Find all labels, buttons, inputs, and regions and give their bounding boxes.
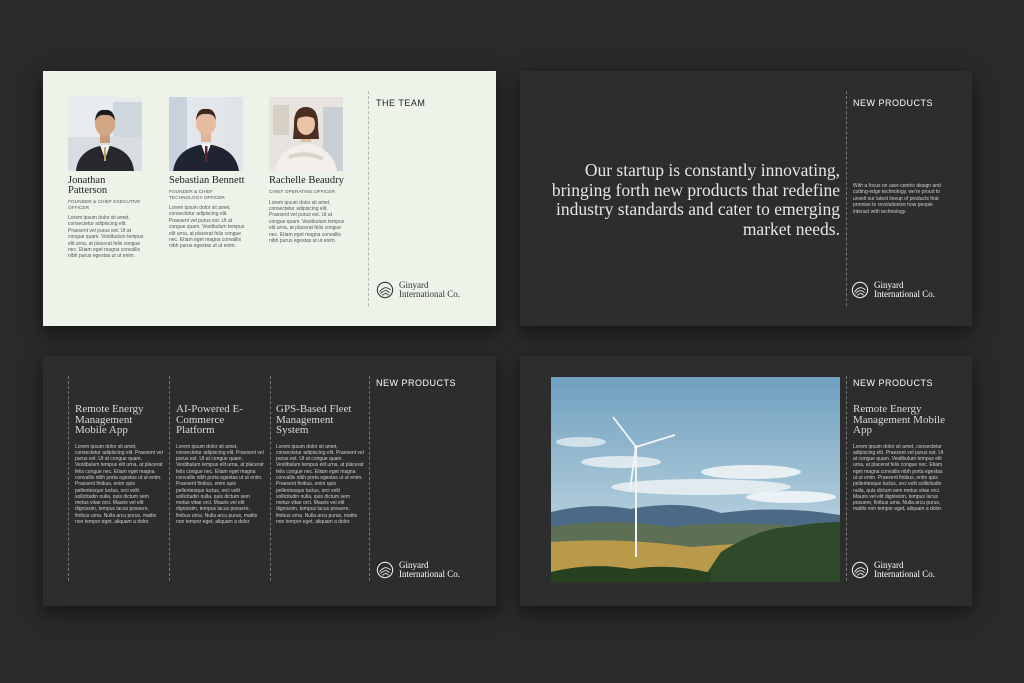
column-divider <box>368 91 369 306</box>
spiral-logo-icon <box>851 561 869 579</box>
product-body: Lorem ipsum dolor sit amet, consectetur … <box>75 443 163 526</box>
column-divider <box>846 376 847 581</box>
member-bio: Lorem ipsum dolor sit amet, consectetur … <box>169 205 245 250</box>
product-column-2: AI-Powered E-Commerce Platform Lorem ips… <box>176 404 264 525</box>
team-member-photo <box>169 97 243 171</box>
logo-text: Ginyard International Co. <box>399 280 460 299</box>
feature-product: Remote Energy Management Mobile App Lore… <box>853 404 945 513</box>
team-member-2: Sebastian Bennett FOUNDER & CHIEF TECHNO… <box>169 97 247 250</box>
brand-logo: Ginyard International Co. <box>376 561 469 579</box>
product-title: Remote Energy Management Mobile App <box>853 403 945 436</box>
spiral-logo-icon <box>376 281 394 299</box>
product-title: Remote Energy Management Mobile App <box>75 403 144 436</box>
column-divider <box>369 376 370 581</box>
logo-text: Ginyard International Co. <box>874 280 935 299</box>
member-role: FOUNDER & CHIEF TECHNOLOGY OFFICER <box>169 190 225 201</box>
slide-the-team[interactable]: Jonathan Patterson FOUNDER & CHIEF EXECU… <box>43 71 496 326</box>
slide-product-feature[interactable]: NEW PRODUCTS Remote Energy Management Mo… <box>520 356 972 606</box>
section-title: NEW PRODUCTS <box>376 378 456 388</box>
team-member-1: Jonathan Patterson FOUNDER & CHIEF EXECU… <box>68 97 146 260</box>
member-name: Jonathan Patterson <box>68 175 108 196</box>
section-title: THE TEAM <box>376 98 426 108</box>
intro-quote: Our startup is constantly innovating, br… <box>551 160 840 239</box>
logo-text: Ginyard International Co. <box>399 560 460 579</box>
team-member-photo <box>269 97 343 171</box>
section-title: NEW PRODUCTS <box>853 378 933 388</box>
wind-turbine-photo <box>551 377 840 582</box>
member-role: CHIEF OPERATING OFFICER <box>269 190 336 195</box>
member-bio: Lorem ipsum dolor sit amet, consectetur … <box>269 199 345 244</box>
column-divider <box>270 376 271 581</box>
product-body: Lorem ipsum dolor sit amet, consectetur … <box>853 443 944 513</box>
member-bio: Lorem ipsum dolor sit amet, consectetur … <box>68 215 144 260</box>
product-column-3: GPS-Based Fleet Management System Lorem … <box>276 404 364 525</box>
logo-text: Ginyard International Co. <box>874 560 935 579</box>
product-body: Lorem ipsum dolor sit amet, consectetur … <box>176 443 264 526</box>
brand-logo: Ginyard International Co. <box>851 561 944 579</box>
product-column-1: Remote Energy Management Mobile App Lore… <box>75 404 163 525</box>
team-member-photo <box>68 97 142 171</box>
section-title: NEW PRODUCTS <box>853 98 933 108</box>
intro-side-text: With a focus on user-centric design and … <box>853 183 941 215</box>
team-member-3: Rachelle Beaudry CHIEF OPERATING OFFICER… <box>269 97 347 244</box>
spiral-logo-icon <box>851 281 869 299</box>
brand-logo: Ginyard International Co. <box>376 281 469 299</box>
column-divider <box>846 91 847 306</box>
product-title: AI-Powered E-Commerce Platform <box>176 403 243 436</box>
product-body: Lorem ipsum dolor sit amet, consectetur … <box>276 443 364 526</box>
brand-logo: Ginyard International Co. <box>851 281 944 299</box>
member-role: FOUNDER & CHIEF EXECUTIVE OFFICER <box>68 200 141 211</box>
column-divider <box>169 376 170 581</box>
column-divider <box>68 376 69 581</box>
slide-new-products-intro[interactable]: Our startup is constantly innovating, br… <box>520 71 972 326</box>
slide-new-products-list[interactable]: Remote Energy Management Mobile App Lore… <box>43 356 496 606</box>
member-name: Sebastian Bennett <box>169 175 245 186</box>
member-name: Rachelle Beaudry <box>269 175 344 186</box>
spiral-logo-icon <box>376 561 394 579</box>
product-title: GPS-Based Fleet Management System <box>276 403 352 436</box>
